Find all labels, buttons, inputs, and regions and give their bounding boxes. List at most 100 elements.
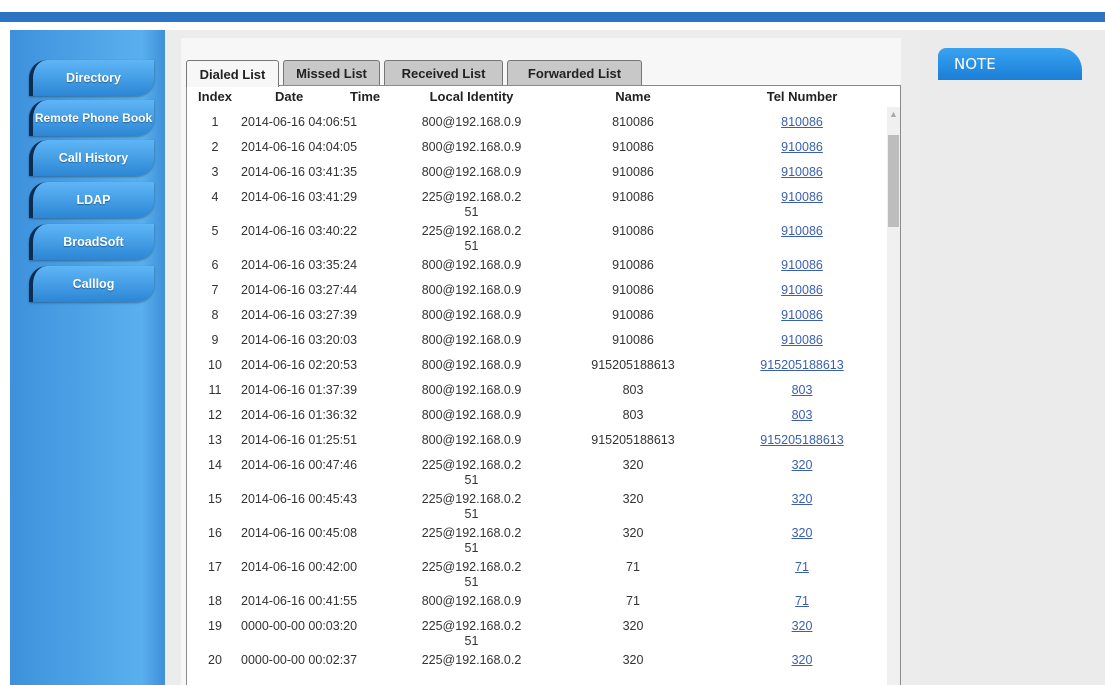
tel-number-link[interactable]: 910086 [781, 308, 823, 322]
cell-local-identity: 800@192.168.0.9 [421, 140, 522, 154]
cell-local-identity: 225@192.168.0.2 51 [421, 492, 522, 521]
scroll-up-arrow-icon[interactable]: ▲ [887, 107, 900, 121]
cell-local-identity: 225@192.168.0.2 [421, 653, 522, 667]
cell-name: 320 [622, 526, 644, 540]
sidebar-item-remote-phone-book[interactable]: Remote Phone Book [29, 100, 154, 136]
tel-number-link[interactable]: 803 [792, 408, 813, 422]
cell-index: 3 [211, 165, 219, 179]
sidebar-item-ldap[interactable]: LDAP [29, 182, 154, 218]
scrollbar[interactable]: ▲ [887, 107, 900, 685]
cell-index: 10 [208, 358, 222, 372]
tab-missed-list[interactable]: Missed List [283, 60, 380, 86]
cell-tel-number: 320 [727, 492, 877, 507]
call-table: Index Date Time Local Identity Name Tel … [186, 85, 901, 685]
tel-number-link[interactable]: 910086 [781, 333, 823, 347]
cell-datetime: 2014-06-16 01:36:32 [241, 408, 358, 422]
tab-dialed-list[interactable]: Dialed List [186, 60, 279, 87]
tel-number-link[interactable]: 915205188613 [760, 358, 843, 372]
tel-number-link[interactable]: 320 [792, 526, 813, 540]
tel-number-link[interactable]: 320 [792, 458, 813, 472]
cell-datetime: 2014-06-16 03:27:39 [241, 308, 358, 322]
cell-index: 14 [208, 458, 222, 472]
cell-name: 320 [622, 619, 644, 633]
cell-local-identity: 800@192.168.0.9 [421, 308, 522, 322]
cell-name: 71 [626, 560, 640, 574]
tel-number-link[interactable]: 71 [795, 594, 809, 608]
cell-datetime: 2014-06-16 03:41:35 [241, 165, 358, 179]
cell-local-identity: 225@192.168.0.2 51 [421, 619, 522, 648]
cell-datetime: 2014-06-16 04:06:51 [241, 115, 358, 129]
cell-index: 2 [211, 140, 219, 154]
tel-number-link[interactable]: 910086 [781, 283, 823, 297]
cell-datetime: 2014-06-16 00:45:08 [241, 526, 358, 540]
tel-number-link[interactable]: 810086 [781, 115, 823, 129]
sidebar: Directory Remote Phone Book Call History… [10, 30, 165, 685]
tel-number-link[interactable]: 910086 [781, 165, 823, 179]
cell-datetime: 2014-06-16 00:45:43 [241, 492, 358, 506]
cell-index: 11 [208, 383, 222, 397]
cell-tel-number: 915205188613 [727, 433, 877, 448]
cell-datetime: 2014-06-16 03:41:29 [241, 190, 358, 204]
cell-local-identity: 800@192.168.0.9 [421, 433, 522, 447]
cell-tel-number: 71 [727, 594, 877, 609]
cell-datetime: 2014-06-16 03:35:24 [241, 258, 358, 272]
tel-number-link[interactable]: 320 [792, 653, 813, 667]
cell-local-identity: 800@192.168.0.9 [421, 358, 522, 372]
cell-name: 910086 [612, 165, 654, 179]
header-tel-number: Tel Number [766, 89, 838, 104]
sidebar-item-directory[interactable]: Directory [29, 60, 154, 96]
header-local-identity: Local Identity [429, 89, 514, 104]
cell-index: 20 [208, 653, 222, 667]
cell-name: 810086 [612, 115, 654, 129]
call-history-panel: Dialed List Missed List Received List Fo… [181, 38, 901, 685]
cell-index: 5 [211, 224, 219, 238]
cell-datetime: 2014-06-16 03:40:22 [241, 224, 358, 238]
cell-datetime: 2014-06-16 00:41:55 [241, 594, 358, 608]
tel-number-link[interactable]: 910086 [781, 258, 823, 272]
cell-index: 19 [208, 619, 222, 633]
cell-index: 1 [211, 115, 219, 129]
sidebar-item-broadsoft[interactable]: BroadSoft [29, 224, 154, 260]
cell-index: 9 [211, 333, 219, 347]
cell-tel-number: 803 [727, 408, 877, 423]
tab-forwarded-list[interactable]: Forwarded List [507, 60, 642, 86]
tel-number-link[interactable]: 910086 [781, 140, 823, 154]
cell-tel-number: 320 [727, 619, 877, 634]
cell-index: 6 [211, 258, 219, 272]
cell-tel-number: 71 [727, 560, 877, 575]
tel-number-link[interactable]: 320 [792, 619, 813, 633]
sidebar-item-call-history[interactable]: Call History [29, 140, 154, 176]
cell-local-identity: 225@192.168.0.2 51 [421, 458, 522, 487]
cell-tel-number: 910086 [727, 224, 877, 239]
tel-number-link[interactable]: 803 [792, 383, 813, 397]
cell-local-identity: 800@192.168.0.9 [421, 258, 522, 272]
cell-name: 910086 [612, 140, 654, 154]
tel-number-link[interactable]: 910086 [781, 224, 823, 238]
tel-number-link[interactable]: 910086 [781, 190, 823, 204]
tel-number-link[interactable]: 71 [795, 560, 809, 574]
cell-tel-number: 910086 [727, 308, 877, 323]
cell-name: 803 [622, 408, 644, 422]
cell-datetime: 2014-06-16 00:42:00 [241, 560, 358, 574]
tel-number-link[interactable]: 915205188613 [760, 433, 843, 447]
cell-tel-number: 910086 [727, 190, 877, 205]
cell-index: 13 [208, 433, 222, 447]
cell-tel-number: 910086 [727, 333, 877, 348]
cell-name: 320 [622, 492, 644, 506]
cell-datetime: 0000-00-00 00:02:37 [241, 653, 358, 667]
sidebar-item-calllog[interactable]: Calllog [29, 266, 154, 302]
cell-index: 7 [211, 283, 219, 297]
scroll-thumb[interactable] [888, 135, 899, 227]
cell-datetime: 0000-00-00 00:03:20 [241, 619, 358, 633]
cell-name: 910086 [612, 224, 654, 238]
cell-name: 910086 [612, 190, 654, 204]
cell-name: 910086 [612, 258, 654, 272]
note-title: NOTE [938, 48, 1082, 80]
tab-received-list[interactable]: Received List [384, 60, 503, 86]
cell-tel-number: 915205188613 [727, 358, 877, 373]
cell-index: 17 [208, 560, 222, 574]
cell-tel-number: 803 [727, 383, 877, 398]
cell-datetime: 2014-06-16 01:25:51 [241, 433, 358, 447]
tel-number-link[interactable]: 320 [792, 492, 813, 506]
cell-local-identity: 800@192.168.0.9 [421, 594, 522, 608]
